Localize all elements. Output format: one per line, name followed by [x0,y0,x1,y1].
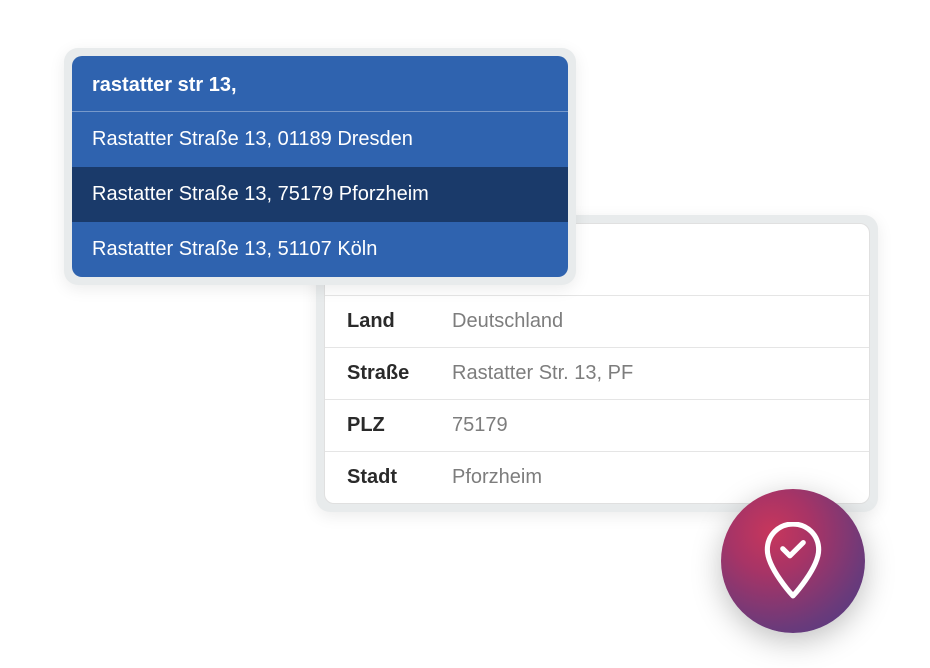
suggestion-item[interactable]: Rastatter Straße 13, 01189 Dresden [72,112,568,167]
detail-value: Rastatter Str. 13, PF [452,362,633,385]
detail-row: StraßeRastatter Str. 13, PF [325,348,869,400]
detail-value: Pforzheim [452,466,542,489]
detail-row: LandDeutschland [325,296,869,348]
search-query[interactable]: rastatter str 13, [72,56,568,112]
suggestion-item[interactable]: Rastatter Straße 13, 75179 Pforzheim [72,167,568,222]
location-check-icon [762,522,824,600]
detail-label: Straße [347,362,452,385]
detail-label: Stadt [347,466,452,489]
location-verified-badge [721,489,865,633]
detail-value: 75179 [452,414,508,437]
autocomplete-inner: rastatter str 13, Rastatter Straße 13, 0… [72,56,568,277]
detail-label: Land [347,310,452,333]
detail-row: PLZ75179 [325,400,869,452]
autocomplete-panel: rastatter str 13, Rastatter Straße 13, 0… [64,48,576,285]
detail-label: PLZ [347,414,452,437]
suggestion-item[interactable]: Rastatter Straße 13, 51107 Köln [72,222,568,277]
detail-value: Deutschland [452,310,563,333]
